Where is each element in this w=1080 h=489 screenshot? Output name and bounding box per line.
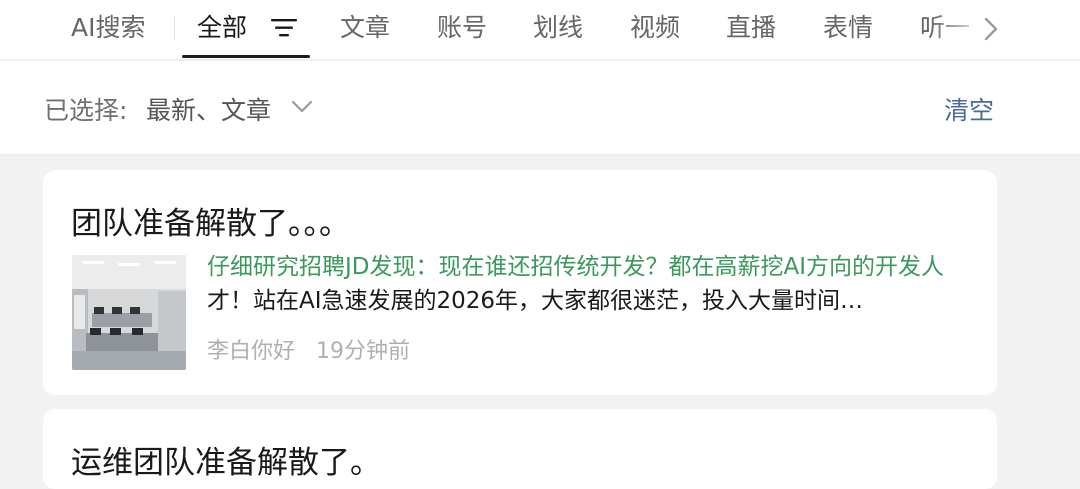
tab-all[interactable]: 全部 [197, 0, 247, 60]
result-thumbnail[interactable] [72, 255, 186, 370]
result-card[interactable]: 运维团队准备解散了。 [43, 409, 997, 489]
tab-accounts[interactable]: 账号 [437, 0, 487, 60]
snippet-text: 才！站在AI急速发展的2026年，大家都很迷茫，投入大量时间… [207, 288, 864, 314]
tab-articles[interactable]: 文章 [340, 0, 390, 60]
tab-live[interactable]: 直播 [726, 0, 776, 60]
filter-icon[interactable] [270, 16, 298, 40]
snippet-highlight: 仔细研究招聘JD发现：现在谁还招传统开发？都在高薪挖AI方向的开发人 [207, 254, 945, 280]
chevron-right-icon[interactable] [980, 14, 1002, 44]
result-meta: 李白你好 19分钟前 [207, 333, 424, 365]
search-tab-bar: AI搜索 全部 文章 账号 划线 视频 直播 表情 听一 [0, 0, 1080, 60]
active-tab-indicator [182, 55, 310, 58]
result-snippet[interactable]: 仔细研究招聘JD发现：现在谁还招传统开发？都在高薪挖AI方向的开发人才！站在AI… [207, 250, 967, 318]
tab-divider [174, 16, 175, 40]
result-title[interactable]: 团队准备解散了。。。 [71, 198, 350, 243]
result-author[interactable]: 李白你好 [207, 339, 295, 364]
tab-highlights[interactable]: 划线 [533, 0, 583, 60]
result-title[interactable]: 运维团队准备解散了。 [71, 437, 381, 482]
tab-stickers[interactable]: 表情 [823, 0, 873, 60]
office-photo-thumbnail [72, 255, 186, 370]
selected-filters-dropdown[interactable]: 最新、文章 [146, 91, 271, 127]
chevron-down-icon[interactable] [290, 99, 314, 115]
tab-videos[interactable]: 视频 [630, 0, 680, 60]
tab-scroll-fade [930, 0, 1080, 58]
result-card[interactable]: 团队准备解散了。。。 仔细研究招聘JD发现：现在谁还招传统开发？都在高薪挖AI方… [43, 170, 997, 395]
selected-filters-label: 已选择: [44, 96, 128, 125]
filter-bar: 已选择: 最新、文章 清空 [0, 61, 1080, 155]
tab-ai-search[interactable]: AI搜索 [71, 0, 145, 60]
result-time: 19分钟前 [316, 339, 411, 364]
clear-filters-button[interactable]: 清空 [944, 91, 994, 127]
